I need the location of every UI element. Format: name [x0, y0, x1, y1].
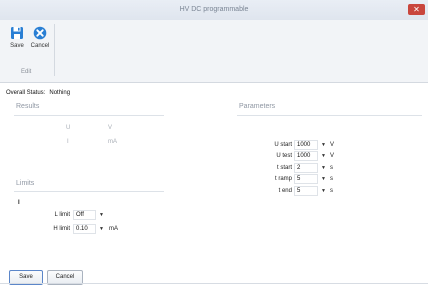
cancel-icon	[33, 26, 47, 40]
param-label-t-end: t end	[278, 188, 292, 194]
param-unit-u-test: V	[330, 153, 335, 159]
ribbon-cancel-button[interactable]: Cancel	[29, 26, 51, 49]
param-dropdown-icon-t-start[interactable]: ▼	[321, 165, 326, 171]
param-input-t-end[interactable]: 5	[294, 186, 318, 196]
limits-symbol: I	[18, 200, 20, 206]
overall-status-value: Nothing	[49, 90, 71, 96]
overall-status-label: Overall Status:	[6, 90, 46, 96]
ribbon-group-separator	[54, 24, 55, 76]
parameters-divider	[237, 115, 422, 116]
limits-divider	[14, 191, 164, 192]
l-limit-label: L limit	[54, 212, 70, 218]
ribbon-save-label: Save	[10, 43, 24, 49]
h-limit-label: H limit	[53, 226, 70, 232]
param-label-u-test: U test	[276, 153, 292, 159]
result-u-name: U	[66, 125, 71, 131]
l-limit-input[interactable]: Off	[73, 210, 96, 220]
window-title: HV DC programmable	[179, 6, 249, 13]
param-input-t-ramp[interactable]: 5	[294, 174, 318, 184]
h-limit-input[interactable]: 0.10	[73, 224, 96, 234]
bottom-divider	[0, 283, 428, 284]
param-label-u-start: U start	[274, 142, 292, 148]
overall-status: Overall Status: Nothing	[6, 90, 70, 96]
param-unit-t-start: s	[330, 165, 333, 171]
param-unit-u-start: V	[330, 142, 335, 148]
h-limit-dropdown-icon[interactable]: ▼	[99, 226, 104, 232]
result-u-unit: V	[108, 125, 113, 131]
ribbon-toolbar: Save Cancel Edit	[0, 20, 428, 83]
main-content: Overall Status: Nothing Results U V I mA …	[0, 83, 428, 294]
limits-section-title: Limits	[16, 180, 35, 187]
h-limit-unit: mA	[109, 226, 118, 232]
dialog-window: HV DC programmable ✕ Save Cancel Edit Ov…	[0, 0, 428, 294]
param-unit-t-end: s	[330, 188, 333, 194]
param-dropdown-icon-u-start[interactable]: ▼	[321, 142, 326, 148]
save-icon	[11, 27, 23, 39]
param-input-t-start[interactable]: 2	[294, 163, 318, 173]
param-dropdown-icon-t-end[interactable]: ▼	[321, 188, 326, 194]
param-input-u-start[interactable]: 1000	[294, 140, 318, 150]
param-label-t-ramp: t ramp	[274, 176, 292, 182]
l-limit-dropdown-icon[interactable]: ▼	[99, 212, 104, 218]
param-unit-t-ramp: s	[330, 176, 333, 182]
param-label-t-start: t start	[276, 165, 292, 171]
param-dropdown-icon-u-test[interactable]: ▼	[321, 153, 326, 159]
param-input-u-test[interactable]: 1000	[294, 151, 318, 161]
close-button[interactable]: ✕	[408, 4, 425, 15]
results-section-title: Results	[16, 103, 40, 110]
ribbon-cancel-label: Cancel	[30, 43, 50, 49]
ribbon-save-button[interactable]: Save	[6, 26, 28, 49]
param-dropdown-icon-t-ramp[interactable]: ▼	[321, 176, 326, 182]
title-bar: HV DC programmable ✕	[0, 0, 428, 21]
result-i-name: I	[67, 139, 69, 145]
ribbon-group-label: Edit	[21, 69, 32, 75]
results-divider	[14, 115, 164, 116]
parameters-section-title: Parameters	[239, 103, 276, 110]
result-i-unit: mA	[108, 139, 117, 145]
